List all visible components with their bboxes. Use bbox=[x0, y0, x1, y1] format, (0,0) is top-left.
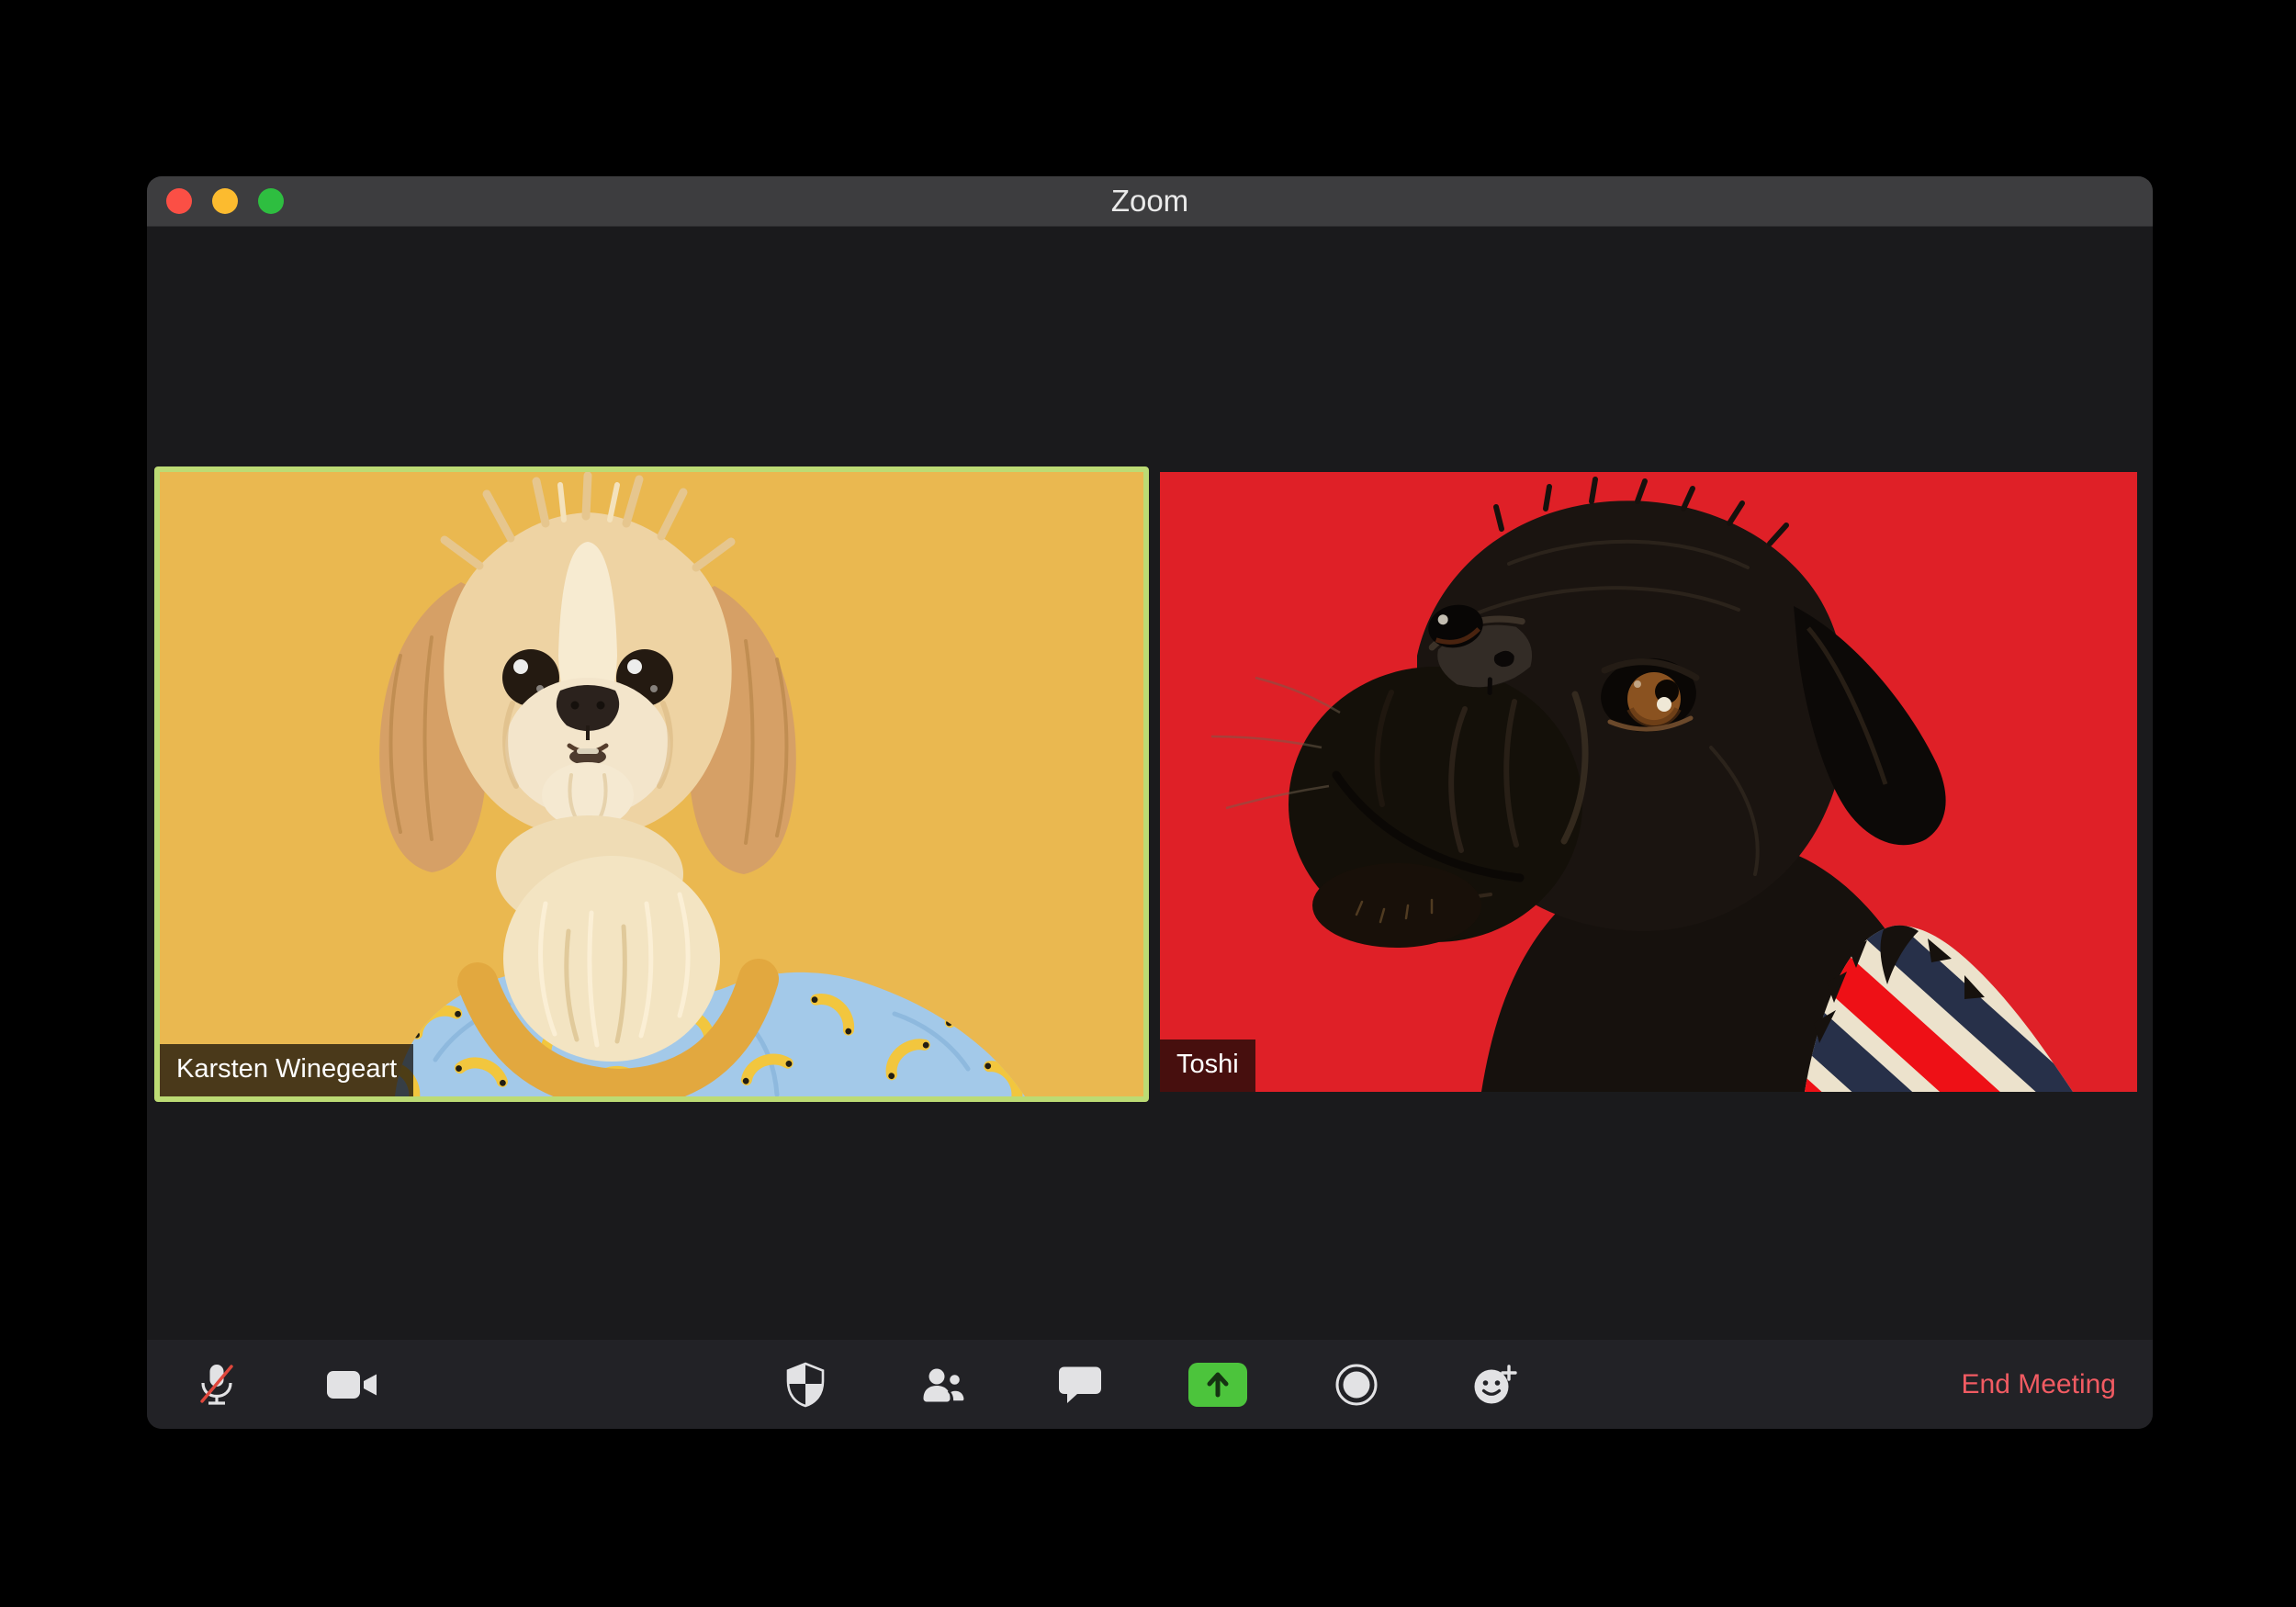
video-button[interactable] bbox=[318, 1340, 388, 1429]
record-button[interactable] bbox=[1322, 1340, 1391, 1429]
record-icon bbox=[1335, 1364, 1378, 1405]
share-screen-icon bbox=[1207, 1372, 1229, 1397]
security-button[interactable] bbox=[771, 1340, 840, 1429]
share-screen-button[interactable] bbox=[1183, 1340, 1253, 1429]
zoom-window: Zoom Karsten Winegeart Toshi End Meeting bbox=[147, 176, 2153, 1429]
desktop: Zoom Karsten Winegeart Toshi End Meeting bbox=[0, 0, 2296, 1607]
mic-muted-icon bbox=[200, 1364, 233, 1405]
mute-button[interactable] bbox=[182, 1340, 252, 1429]
participant-name-label: Karsten Winegeart bbox=[160, 1044, 414, 1096]
participant-name-label: Toshi bbox=[1160, 1039, 1255, 1092]
end-meeting-button[interactable]: End Meeting bbox=[1951, 1340, 2127, 1429]
security-shield-icon bbox=[786, 1362, 825, 1407]
participant-tile-karsten[interactable]: Karsten Winegeart bbox=[154, 466, 1149, 1102]
video-camera-icon bbox=[327, 1370, 377, 1399]
reactions-smiley-icon bbox=[1474, 1364, 1517, 1403]
participant-tile-toshi[interactable]: Toshi bbox=[1160, 472, 2137, 1092]
meeting-toolbar: End Meeting bbox=[147, 1340, 2153, 1429]
toshi-video-feed bbox=[1160, 472, 2137, 1092]
titlebar[interactable]: Zoom bbox=[147, 176, 2153, 227]
participants-button[interactable] bbox=[909, 1340, 979, 1429]
share-screen-pill bbox=[1188, 1362, 1247, 1407]
participants-icon bbox=[923, 1368, 966, 1403]
reactions-button[interactable] bbox=[1459, 1340, 1529, 1429]
karsten-video-feed bbox=[160, 472, 1143, 1096]
chat-button[interactable] bbox=[1045, 1340, 1115, 1429]
chat-bubble-icon bbox=[1059, 1366, 1101, 1403]
window-title: Zoom bbox=[1110, 184, 1189, 218]
